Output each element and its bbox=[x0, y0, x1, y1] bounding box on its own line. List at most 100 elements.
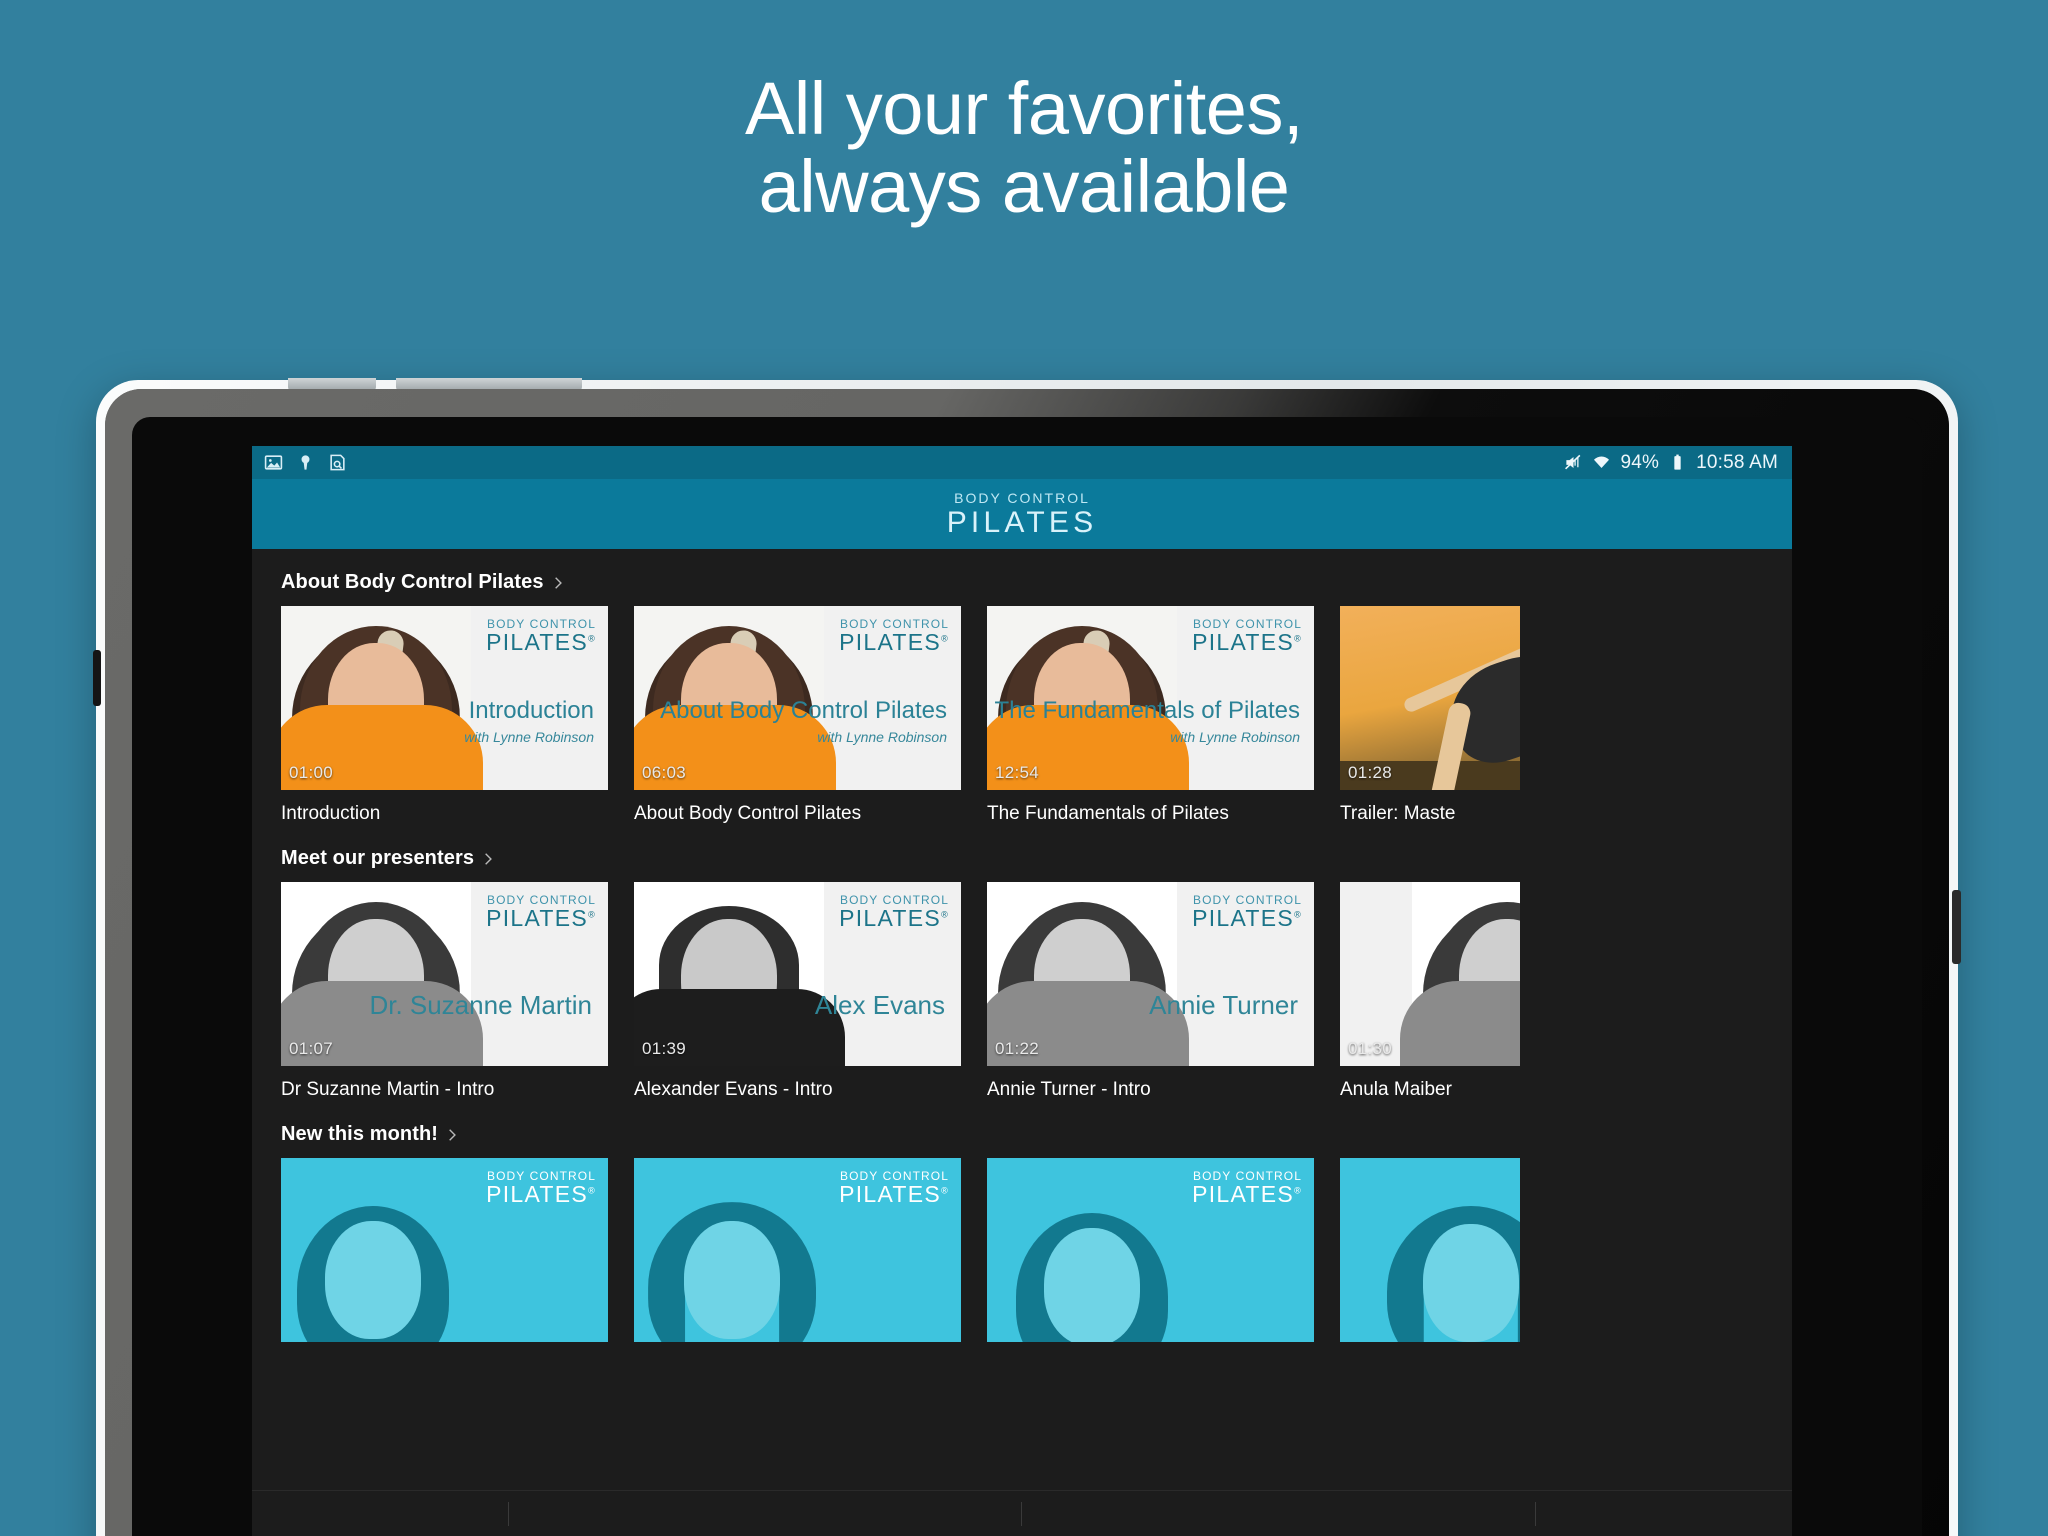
video-thumbnail[interactable]: BODY CONTROL PILATES® bbox=[281, 1158, 608, 1342]
thumb-title-block: The Fundamentals of Pilates with Lynne R… bbox=[994, 697, 1301, 746]
thumb-logo: BODY CONTROL PILATES® bbox=[1192, 618, 1302, 654]
video-thumbnail[interactable]: 01:28 bbox=[1340, 606, 1520, 790]
app-screen: 94% 10:58 AM BODY CONTROL PILATES About … bbox=[252, 446, 1792, 1536]
thumb-title: The Fundamentals of Pilates bbox=[994, 697, 1301, 724]
video-title: Alexander Evans - Intro bbox=[634, 1079, 833, 1100]
thumb-subtitle: with Lynne Robinson bbox=[464, 728, 594, 745]
video-title: About Body Control Pilates bbox=[634, 803, 862, 824]
video-thumbnail[interactable]: BODY CONTROL PILATES® The Fundamentals o… bbox=[987, 606, 1314, 790]
thumb-logo-main: PILATES® bbox=[486, 1181, 596, 1207]
promo-line-2: always available bbox=[758, 145, 1290, 229]
video-title: Anula Maiber bbox=[1340, 1079, 1452, 1100]
thumb-subtitle: with Lynne Robinson bbox=[1170, 728, 1300, 745]
video-thumbnail[interactable]: 01:30 bbox=[1340, 882, 1520, 1066]
thumb-title: Introduction bbox=[468, 697, 594, 724]
nav-divider bbox=[1021, 1501, 1023, 1526]
thumb-logo: BODY CONTROL PILATES® bbox=[839, 894, 949, 930]
promo-headline: All your favorites, always available bbox=[0, 0, 2048, 300]
video-duration: 01:00 bbox=[289, 763, 334, 782]
section-presenters: Meet our presenters BODY CONTROL PILATES… bbox=[252, 825, 1792, 1101]
video-title: Introduction bbox=[281, 803, 381, 824]
video-duration: 01:22 bbox=[995, 1039, 1040, 1058]
keyhole-icon bbox=[301, 455, 310, 470]
presenter-name: Annie Turner bbox=[1149, 990, 1298, 1020]
presenter-name: Dr. Suzanne Martin bbox=[369, 990, 592, 1020]
section-title-about: About Body Control Pilates bbox=[281, 571, 544, 593]
app-header: BODY CONTROL PILATES bbox=[252, 479, 1792, 549]
video-duration: 01:07 bbox=[289, 1039, 334, 1058]
presenter-card[interactable]: BODY CONTROL PILATES® Dr. Suzanne Martin… bbox=[281, 882, 608, 1101]
thumb-logo: BODY CONTROL PILATES® bbox=[1192, 1170, 1302, 1206]
video-title: The Fundamentals of Pilates bbox=[987, 803, 1229, 824]
system-navigation-bar[interactable] bbox=[252, 1490, 1792, 1536]
thumb-title-block: About Body Control Pilates with Lynne Ro… bbox=[660, 697, 947, 746]
video-thumbnail[interactable]: BODY CONTROL PILATES® bbox=[634, 1158, 961, 1342]
video-thumbnail[interactable]: BODY CONTROL PILATES® Alex Evans 01:39 bbox=[634, 882, 961, 1066]
thumb-logo-main: PILATES® bbox=[486, 905, 596, 931]
nav-divider bbox=[1534, 1501, 1536, 1526]
app-logo-main: PILATES bbox=[946, 505, 1098, 539]
thumb-logo: BODY CONTROL PILATES® bbox=[839, 1170, 949, 1206]
content-area[interactable]: About Body Control Pilates BODY CONTROL bbox=[252, 549, 1792, 1536]
thumb-logo: BODY CONTROL PILATES® bbox=[839, 618, 949, 654]
video-duration: 01:39 bbox=[642, 1039, 687, 1058]
video-card[interactable]: BODY CONTROL PILATES® About Body Control… bbox=[634, 606, 961, 825]
app-logo: BODY CONTROL PILATES bbox=[947, 491, 1098, 538]
section-header-new[interactable]: New this month! bbox=[281, 1101, 1792, 1158]
thumb-logo: BODY CONTROL PILATES® bbox=[1192, 894, 1302, 930]
video-card[interactable]: BODY CONTROL PILATES® bbox=[634, 1158, 961, 1342]
status-bar: 94% 10:58 AM bbox=[252, 446, 1792, 479]
video-thumbnail[interactable]: BODY CONTROL PILATES® Annie Turner 01:22 bbox=[987, 882, 1314, 1066]
video-card[interactable]: 01:28 Trailer: Maste bbox=[1340, 606, 1520, 825]
chevron-right-icon[interactable] bbox=[445, 1128, 459, 1142]
presenter-name: Alex Evans bbox=[814, 990, 945, 1020]
video-card[interactable]: BODY CONTROL PILATES® bbox=[1340, 1158, 1520, 1342]
document-scan-icon bbox=[330, 454, 345, 471]
video-thumbnail[interactable]: BODY CONTROL PILATES® About Body Control… bbox=[634, 606, 961, 790]
video-title: Dr Suzanne Martin - Intro bbox=[281, 1079, 495, 1100]
power-button[interactable] bbox=[1952, 890, 1961, 964]
thumb-subtitle: with Lynne Robinson bbox=[817, 728, 947, 745]
promo-line-1: All your favorites, bbox=[744, 67, 1304, 150]
section-header-presenters[interactable]: Meet our presenters bbox=[281, 825, 1792, 882]
thumb-logo: BODY CONTROL PILATES® bbox=[486, 618, 596, 654]
video-card[interactable]: BODY CONTROL PILATES® Introduction with … bbox=[281, 606, 608, 825]
status-bar-right: 94% 10:58 AM bbox=[1564, 452, 1778, 474]
presenter-card[interactable]: 01:30 Anula Maiber bbox=[1340, 882, 1520, 1101]
app-logo-top: BODY CONTROL bbox=[954, 489, 1090, 506]
video-card[interactable]: BODY CONTROL PILATES® bbox=[987, 1158, 1314, 1342]
status-bar-left-icons bbox=[264, 453, 347, 472]
status-clock: 10:58 AM bbox=[1696, 451, 1778, 473]
video-thumbnail[interactable]: BODY CONTROL PILATES® bbox=[1340, 1158, 1520, 1342]
card-row-presenters[interactable]: BODY CONTROL PILATES® Dr. Suzanne Martin… bbox=[281, 882, 1792, 1101]
card-row-new[interactable]: BODY CONTROL PILATES® BODY CONTROL PILAT… bbox=[281, 1158, 1792, 1342]
section-header-about[interactable]: About Body Control Pilates bbox=[281, 549, 1792, 606]
video-card[interactable]: BODY CONTROL PILATES® The Fundamentals o… bbox=[987, 606, 1314, 825]
gallery-icon bbox=[264, 455, 283, 470]
thumb-logo-main: PILATES® bbox=[1192, 1181, 1302, 1207]
section-title-new: New this month! bbox=[281, 1123, 439, 1145]
battery-percent: 94% bbox=[1620, 451, 1660, 473]
video-duration: 01:30 bbox=[1348, 1039, 1393, 1058]
video-duration: 12:54 bbox=[995, 763, 1040, 782]
section-title-presenters: Meet our presenters bbox=[281, 847, 475, 869]
video-card[interactable]: BODY CONTROL PILATES® bbox=[281, 1158, 608, 1342]
chevron-right-icon[interactable] bbox=[481, 852, 495, 866]
thumb-logo-main: PILATES® bbox=[1192, 629, 1302, 655]
card-row-about[interactable]: BODY CONTROL PILATES® Introduction with … bbox=[281, 606, 1792, 825]
video-thumbnail[interactable]: BODY CONTROL PILATES® bbox=[987, 1158, 1314, 1342]
video-thumbnail[interactable]: BODY CONTROL PILATES® Introduction with … bbox=[281, 606, 608, 790]
presenter-card[interactable]: BODY CONTROL PILATES® Alex Evans 01:39 A… bbox=[634, 882, 961, 1101]
video-title: Trailer: Maste bbox=[1340, 803, 1456, 824]
thumb-logo: BODY CONTROL PILATES® bbox=[486, 1170, 596, 1206]
chevron-right-icon[interactable] bbox=[551, 576, 565, 590]
thumb-logo-main: PILATES® bbox=[1192, 905, 1302, 931]
video-duration: 01:28 bbox=[1348, 763, 1393, 782]
video-duration: 06:03 bbox=[642, 763, 687, 782]
video-thumbnail[interactable]: BODY CONTROL PILATES® Dr. Suzanne Martin… bbox=[281, 882, 608, 1066]
thumb-title: About Body Control Pilates bbox=[660, 697, 947, 724]
thumb-logo-main: PILATES® bbox=[839, 629, 949, 655]
thumb-logo: BODY CONTROL PILATES® bbox=[486, 894, 596, 930]
presenter-card[interactable]: BODY CONTROL PILATES® Annie Turner 01:22… bbox=[987, 882, 1314, 1101]
presenter-portrait bbox=[1340, 1158, 1520, 1342]
